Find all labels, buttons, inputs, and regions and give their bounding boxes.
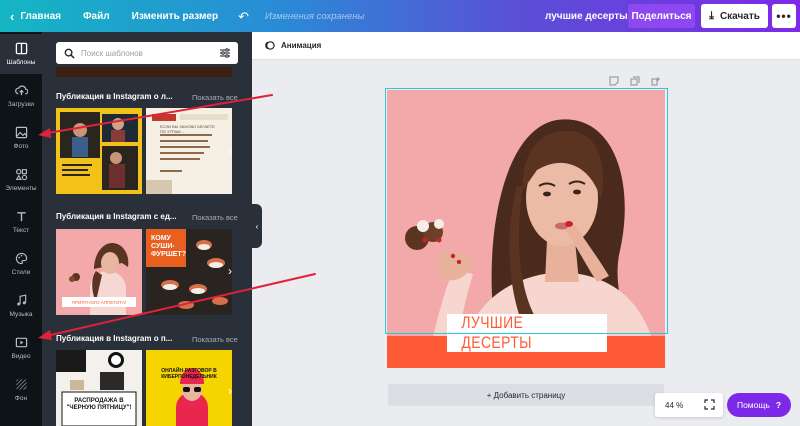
download-button[interactable]: ⤓ Скачать [701, 4, 768, 28]
rail-label: Фон [14, 395, 28, 402]
thumbnail-text: ПРИЯТНОГО АППЕТИТА! [71, 299, 127, 305]
canvas-toolbar: Анимация [252, 32, 800, 60]
rail-label: Фото [13, 143, 29, 150]
animation-button[interactable]: Анимация [281, 41, 321, 50]
photo-icon [0, 126, 42, 142]
filter-icon[interactable] [219, 47, 231, 59]
chevron-left-icon: ‹ [10, 8, 15, 24]
template-thumbnail[interactable]: ПРИЯТНОГО АППЕТИТА! [56, 229, 142, 315]
design-page[interactable]: ЛУЧШИЕ ДЕСЕРТЫ [387, 90, 665, 368]
rail-item-background[interactable]: Фон [0, 370, 42, 410]
section-title: Публикация в Instagram с ед... [56, 212, 177, 221]
thumbnail-caption-box: ПРИЯТНОГО АППЕТИТА! [62, 297, 136, 307]
template-image [60, 112, 138, 190]
rail-item-video[interactable]: Видео [0, 328, 42, 368]
carousel-next-icon[interactable]: › [228, 264, 242, 278]
music-icon [0, 294, 42, 310]
rail-label: Элементы [5, 185, 37, 192]
rail-item-elements[interactable]: Элементы [0, 160, 42, 200]
home-button[interactable]: ‹ Главная [10, 10, 61, 23]
search-placeholder: Поиск шаблонов [81, 48, 143, 58]
question-icon: ? [775, 400, 782, 410]
top-bar: ‹ Главная Файл Изменить размер ↶ Изменен… [0, 0, 800, 32]
rail-item-text[interactable]: Текст [0, 202, 42, 242]
zoom-level[interactable]: 44 % [665, 401, 683, 410]
carousel-next-icon[interactable]: › [228, 144, 242, 158]
section-title: Публикация в Instagram о п... [56, 334, 173, 343]
page-note-icon[interactable] [609, 76, 619, 88]
rail-item-music[interactable]: Музыка [0, 286, 42, 326]
download-label: Скачать [719, 10, 760, 22]
show-all-link[interactable]: Показать все [192, 93, 238, 102]
rail-label: Видео [11, 353, 31, 360]
rail-label: Шаблоны [6, 59, 36, 66]
duplicate-page-icon[interactable] [630, 76, 640, 88]
template-image [146, 350, 232, 426]
design-title-box[interactable]: ЛУЧШИЕ ДЕСЕРТЫ [447, 313, 607, 353]
carousel-next-icon[interactable]: › [228, 384, 242, 398]
template-image [56, 350, 142, 426]
design-title-text[interactable]: ЛУЧШИЕ ДЕСЕРТЫ [461, 313, 592, 353]
more-options-button[interactable]: ••• [772, 4, 796, 28]
search-icon [64, 48, 75, 59]
rail-label: Загрузки [7, 101, 35, 108]
fullscreen-icon[interactable] [704, 399, 715, 410]
video-icon [0, 336, 42, 352]
rail-item-templates[interactable]: Шаблоны [0, 34, 42, 74]
thumbnail-text: РАСПРОДАЖА В "ЧЕРНУЮ ПЯТНИЦУ"! [66, 398, 132, 411]
help-label: Помощь [736, 400, 770, 410]
resize-button[interactable]: Изменить размер [132, 11, 218, 22]
text-icon [0, 210, 42, 226]
show-all-link[interactable]: Показать все [192, 335, 238, 344]
rail-item-styles[interactable]: Стили [0, 244, 42, 284]
background-icon [0, 378, 42, 394]
side-navigation: Шаблоны Загрузки Фото Элементы Текст Сти… [0, 32, 42, 426]
rail-item-uploads[interactable]: Загрузки [0, 76, 42, 116]
rail-label: Текст [12, 227, 30, 234]
document-title[interactable]: лучшие десерты [545, 11, 628, 22]
template-thumbnail[interactable]: ОНЛАЙН-РАЗГОВОР В КИБЕРПОНЕДЕЛЬНИК [146, 350, 232, 426]
help-button[interactable]: Помощь ? [727, 393, 791, 417]
animation-icon[interactable] [264, 40, 275, 51]
more-icon: ••• [776, 9, 792, 23]
upload-icon [0, 84, 42, 100]
zoom-control[interactable]: 44 % [655, 393, 723, 417]
template-thumbnail[interactable]: РАСПРОДАЖА В "ЧЕРНУЮ ПЯТНИЦУ"! [56, 350, 142, 426]
palette-icon [0, 252, 42, 268]
template-thumbnail[interactable]: ЕСЛИ ВЫ ЗАНОВО БЕГАЕТЕ ПО УТРАМ... [146, 108, 232, 194]
share-button[interactable]: Поделиться [628, 4, 695, 28]
home-label: Главная [20, 10, 62, 22]
collapse-panel-button[interactable]: ‹ [252, 204, 262, 248]
section-title: Публикация в Instagram о л... [56, 92, 173, 101]
download-icon: ⤓ [709, 9, 714, 22]
rail-item-photos[interactable]: Фото [0, 118, 42, 158]
template-thumbnail[interactable] [56, 108, 142, 194]
thumbnail-text: КОМУ СУШИ-ФУРШЕТ? [151, 235, 186, 258]
elements-icon [0, 168, 42, 184]
thumbnail-text: ЕСЛИ ВЫ ЗАНОВО БЕГАЕТЕ ПО УТРАМ... [160, 124, 215, 134]
save-status: Изменения сохранены [265, 10, 365, 22]
add-page-icon[interactable] [651, 76, 661, 88]
undo-icon[interactable]: ↶ [238, 10, 249, 23]
template-thumbnail[interactable]: КОМУ СУШИ-ФУРШЕТ? [146, 229, 232, 315]
template-image [146, 108, 232, 194]
add-page-button[interactable]: + Добавить страницу [388, 384, 664, 406]
file-menu[interactable]: Файл [83, 11, 110, 22]
rail-label: Стили [11, 269, 31, 276]
chevron-left-icon: ‹ [255, 221, 259, 231]
template-search[interactable]: Поиск шаблонов [56, 42, 238, 64]
templates-panel: Поиск шаблонов Публикация в Instagram о … [42, 32, 252, 426]
templates-icon [0, 42, 42, 58]
thumbnail-text: ОНЛАЙН-РАЗГОВОР В КИБЕРПОНЕДЕЛЬНИК [161, 368, 217, 380]
previous-templates-strip [56, 67, 232, 77]
rail-label: Музыка [9, 311, 33, 318]
show-all-link[interactable]: Показать все [192, 213, 238, 222]
